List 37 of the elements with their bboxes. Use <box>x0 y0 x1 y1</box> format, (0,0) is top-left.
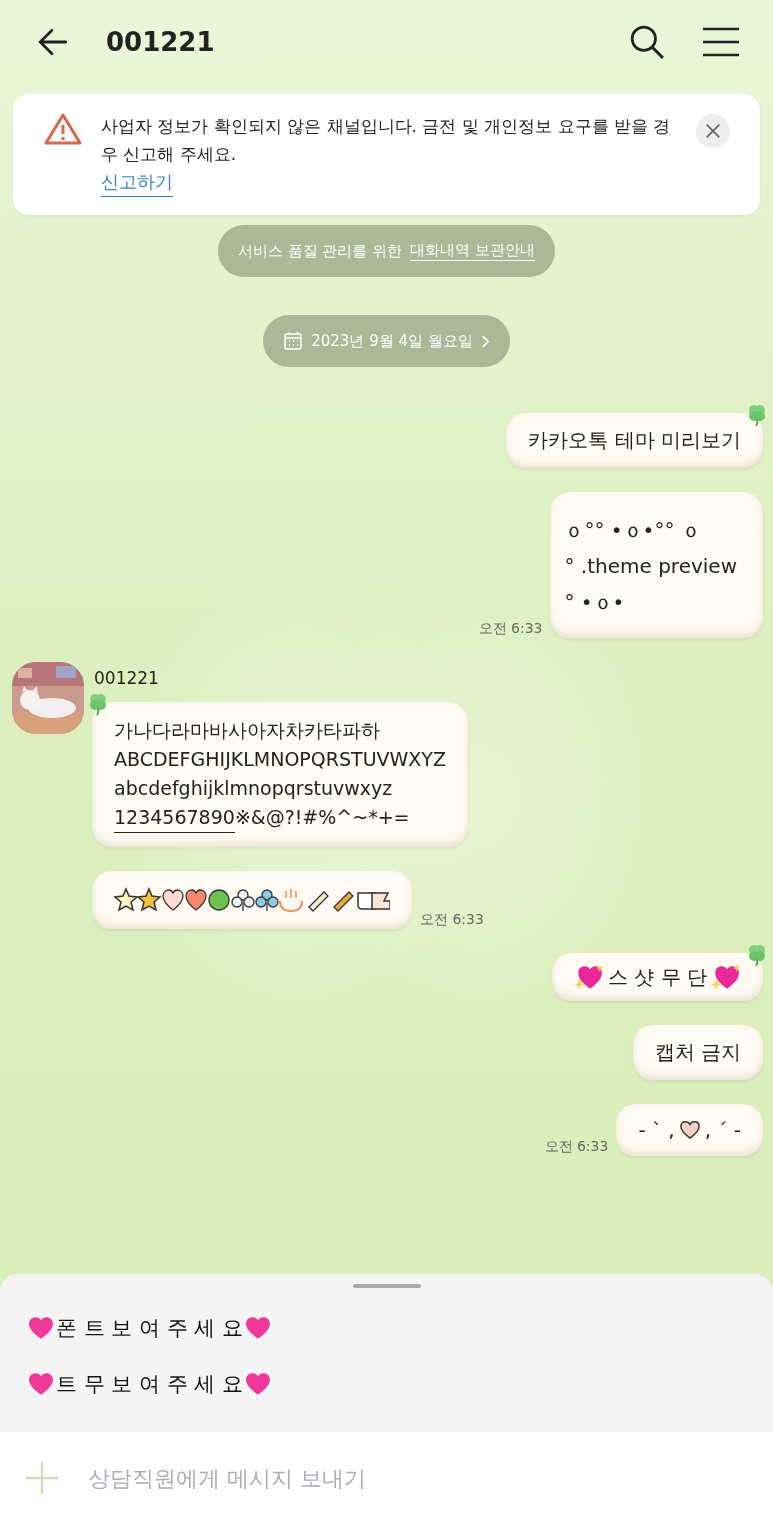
sparkling-heart-icon <box>711 963 741 991</box>
menu-icon[interactable] <box>701 26 741 58</box>
message-text: , ˊ - <box>704 1118 741 1142</box>
message-text: 가나다라마바사아자차카타파하 <box>114 718 380 743</box>
message-text: - ˋ , <box>638 1118 675 1142</box>
chat-title: 001221 <box>106 27 215 57</box>
message-time: 오전 6:33 <box>420 911 484 929</box>
sender-name: 001221 <box>94 668 160 688</box>
message-text: 캡처 금지 <box>654 1039 741 1066</box>
close-button[interactable] <box>696 114 730 148</box>
phone-number-link[interactable]: 1234567890 <box>114 803 235 833</box>
search-icon[interactable] <box>629 24 665 60</box>
message-time: 오전 6:33 <box>478 620 543 638</box>
report-link[interactable]: 신고하기 <box>101 168 173 197</box>
sparkling-heart-icon <box>573 963 604 991</box>
message-input[interactable]: 상담직원에게 메시지 보내기 <box>84 1432 773 1524</box>
message-text: ABCDEFGHIJKLMNOPQRSTUVWXYZ <box>114 747 446 772</box>
heart-icon <box>678 1120 701 1140</box>
message-text: ｏ°° •ｏ•°° ｏ ° .theme preview ° •ｏ• <box>564 517 737 616</box>
warning-icon <box>43 112 83 146</box>
system-notice-text: 서비스 품질 관리를 위한 <box>237 241 403 261</box>
heart-icon <box>245 1372 272 1396</box>
message-time: 오전 6:33 <box>544 1138 609 1156</box>
warning-text: 사업자 정보가 확인되지 않은 채널입니다. 금전 및 개인정보 요구를 받을 경우 신고해 주세요. <box>101 115 672 166</box>
quick-reply-item[interactable]: 폰 트 보 여 주 세 요 <box>28 1314 272 1342</box>
heart-icon <box>28 1372 54 1396</box>
calendar-icon <box>283 331 304 351</box>
quick-reply-item[interactable]: 트 무 보 여 주 세 요 <box>28 1370 272 1398</box>
chevron-right-icon <box>480 333 490 349</box>
close-icon <box>704 122 722 140</box>
plus-icon <box>24 1460 60 1496</box>
message-text: 카카오톡 테마 미리보기 <box>528 427 741 454</box>
heart-icon <box>245 1316 272 1340</box>
message-text: abcdefghijklmnopqrstuvwxyz <box>114 776 393 801</box>
message-text: 스 샷 무 단 <box>607 963 707 991</box>
heart-icon <box>28 1316 54 1340</box>
message-text: ※&@?!#%^~*+= <box>234 805 410 830</box>
